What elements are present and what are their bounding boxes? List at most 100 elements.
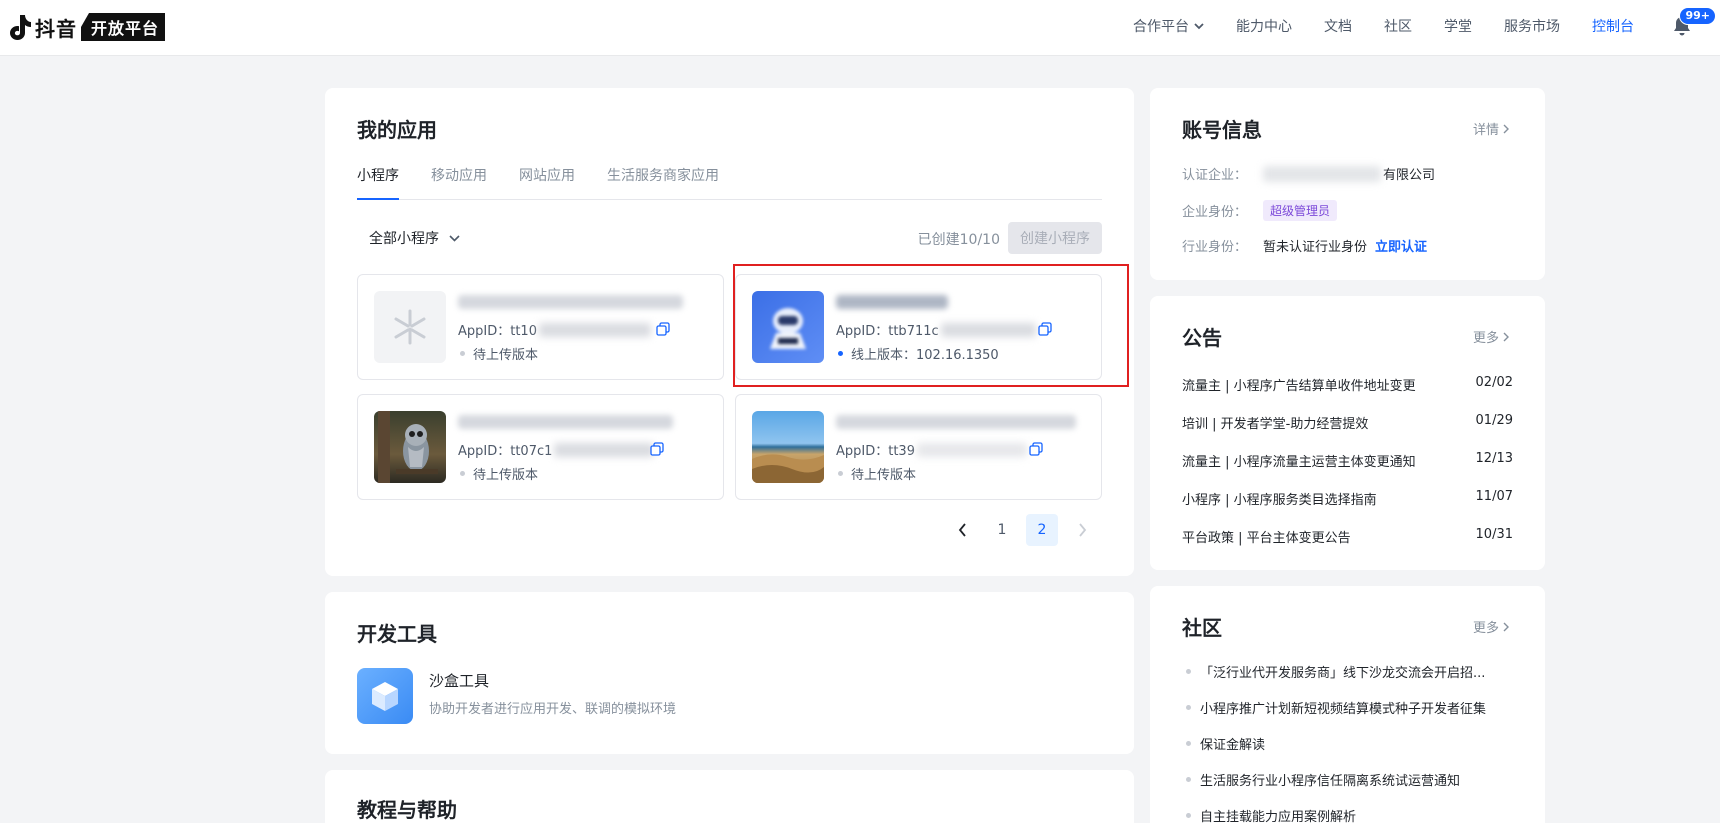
- notice-text: 培训 | 开发者学堂-助力经营提效: [1182, 417, 1369, 432]
- notice-text: 流量主 | 小程序广告结算单收件地址变更: [1182, 379, 1416, 394]
- sandbox-tool-name[interactable]: 沙盒工具: [429, 670, 489, 691]
- app-status: 待上传版本: [836, 464, 916, 483]
- industry-label: 行业身份：: [1182, 240, 1248, 255]
- app-name-redacted: [458, 295, 683, 309]
- more-label: 更多: [1472, 621, 1499, 636]
- chevron-right-icon: [1503, 332, 1509, 341]
- notice-item[interactable]: 流量主 | 小程序流量主运营主体变更通知 12/13: [1182, 451, 1513, 470]
- app-id-redacted: [916, 442, 1027, 457]
- next-page-button[interactable]: [1066, 514, 1098, 546]
- copy-icon[interactable]: [650, 442, 664, 456]
- notice-card: 公告 更多 流量主 | 小程序广告结算单收件地址变更 02/02 培训 | 开发…: [1150, 296, 1545, 570]
- notice-item[interactable]: 平台政策 | 平台主体变更公告 10/31: [1182, 527, 1513, 546]
- owl-photo-icon: [374, 411, 446, 483]
- copy-icon[interactable]: [1029, 442, 1043, 456]
- platform-logo[interactable]: 抖音 开放平台: [6, 12, 166, 42]
- community-item[interactable]: 生活服务行业小程序信任隔离系统试运营通知: [1186, 770, 1516, 789]
- chevron-right-icon: [1503, 124, 1509, 133]
- notice-date: 12/13: [1475, 451, 1513, 466]
- company-row: 认证企业： 有限公司: [1182, 164, 1435, 183]
- nav-console[interactable]: 控制台: [1592, 16, 1634, 36]
- notice-more-link[interactable]: 更多: [1473, 327, 1509, 346]
- chevron-right-icon: [1078, 523, 1086, 537]
- role-value: 超级管理员: [1263, 200, 1338, 221]
- tab-mini-program[interactable]: 小程序: [357, 164, 399, 200]
- community-text: 小程序推广计划新短视频结算模式种子开发者征集: [1200, 702, 1487, 717]
- app-card[interactable]: AppID：tt10 待上传版本: [357, 274, 724, 380]
- verify-now-link[interactable]: 立即认证: [1375, 236, 1427, 255]
- notice-item[interactable]: 小程序 | 小程序服务类目选择指南 11/07: [1182, 489, 1513, 508]
- community-text: 生活服务行业小程序信任隔离系统试运营通知: [1200, 774, 1461, 789]
- community-more-link[interactable]: 更多: [1473, 617, 1509, 636]
- chevron-down-icon: [1194, 22, 1204, 29]
- dev-tools-title: 开发工具: [357, 622, 437, 646]
- logo-badge: 开放平台: [81, 13, 166, 41]
- notice-title: 公告: [1182, 326, 1222, 350]
- role-row: 企业身份： 超级管理员: [1182, 200, 1338, 221]
- help-title: 教程与帮助: [357, 798, 457, 822]
- company-value: 有限公司: [1263, 164, 1435, 183]
- notice-item[interactable]: 流量主 | 小程序广告结算单收件地址变更 02/02: [1182, 375, 1513, 394]
- app-status: 待上传版本: [458, 344, 538, 363]
- app-status: 待上传版本: [458, 464, 538, 483]
- nav-community[interactable]: 社区: [1384, 16, 1412, 36]
- nav-docs[interactable]: 文档: [1324, 16, 1352, 36]
- bullet-dot: [1186, 705, 1191, 710]
- industry-value: 暂未认证行业身份: [1263, 240, 1368, 255]
- community-card: 社区 更多 「泛行业代开发服务商」线下沙龙交流会开启招... 小程序推广计划新短…: [1150, 586, 1545, 823]
- pagination: 1 2: [938, 514, 1098, 546]
- tab-local-service-app[interactable]: 生活服务商家应用: [607, 164, 719, 200]
- tab-website-app[interactable]: 网站应用: [519, 164, 575, 200]
- chevron-left-icon: [958, 523, 966, 537]
- bullet-dot: [1186, 777, 1191, 782]
- create-mini-program-button[interactable]: 创建小程序: [1008, 222, 1102, 254]
- my-apps-title: 我的应用: [357, 118, 437, 142]
- community-item[interactable]: 「泛行业代开发服务商」线下沙龙交流会开启招...: [1186, 662, 1516, 681]
- app-id-text: AppID：tt10: [458, 324, 537, 339]
- app-card[interactable]: AppID：tt07c1 待上传版本: [357, 394, 724, 500]
- community-item[interactable]: 小程序推广计划新短视频结算模式种子开发者征集: [1186, 698, 1516, 717]
- account-detail-link[interactable]: 详情: [1473, 119, 1509, 138]
- nav-cooperation[interactable]: 合作平台: [1133, 16, 1204, 36]
- sandbox-tool-description: 协助开发者进行应用开发、联调的模拟环境: [429, 702, 677, 717]
- app-id: AppID：tt07c1: [458, 440, 655, 459]
- dev-tools-card: 开发工具 沙盒工具 协助开发者进行应用开发、联调的模拟环境: [325, 592, 1134, 754]
- bullet-dot: [1186, 813, 1191, 818]
- nav-service-market[interactable]: 服务市场: [1504, 16, 1560, 36]
- tab-mobile-app[interactable]: 移动应用: [431, 164, 487, 200]
- community-item[interactable]: 保证金解读: [1186, 734, 1516, 753]
- highlight-annotation-box: [733, 264, 1129, 387]
- beach-photo-icon: [752, 411, 824, 483]
- chevron-right-icon: [1503, 622, 1509, 631]
- notice-date: 01/29: [1475, 413, 1513, 428]
- sandbox-cube-icon[interactable]: [357, 668, 413, 724]
- app-id-text: AppID：tt39: [836, 444, 915, 459]
- status-dot: [838, 471, 843, 476]
- community-text: 保证金解读: [1200, 738, 1266, 753]
- app-card[interactable]: AppID：tt39 待上传版本: [735, 394, 1102, 500]
- nav-academy[interactable]: 学堂: [1444, 16, 1472, 36]
- notice-date: 10/31: [1475, 527, 1513, 542]
- role-badge: 超级管理员: [1263, 200, 1338, 221]
- chevron-down-icon: [449, 234, 460, 242]
- notice-date: 02/02: [1475, 375, 1513, 390]
- nav-capability-center[interactable]: 能力中心: [1236, 16, 1292, 36]
- notice-item[interactable]: 培训 | 开发者学堂-助力经营提效 01/29: [1182, 413, 1513, 432]
- app-id-redacted: [554, 442, 655, 457]
- account-title: 账号信息: [1182, 118, 1262, 142]
- mini-program-filter-dropdown[interactable]: 全部小程序: [369, 228, 460, 248]
- bullet-dot: [1186, 669, 1191, 674]
- community-item[interactable]: 自主挂载能力应用案例解析: [1186, 806, 1516, 823]
- created-count: 已创建10/10: [917, 232, 1000, 248]
- community-title: 社区: [1182, 616, 1222, 640]
- copy-icon[interactable]: [656, 322, 670, 336]
- prev-page-button[interactable]: [946, 514, 978, 546]
- community-text: 自主挂载能力应用案例解析: [1200, 810, 1357, 823]
- page-2-button[interactable]: 2: [1026, 514, 1058, 546]
- notice-text: 小程序 | 小程序服务类目选择指南: [1182, 493, 1377, 508]
- page-1-button[interactable]: 1: [986, 514, 1018, 546]
- detail-label: 详情: [1472, 123, 1499, 138]
- industry-row: 行业身份： 暂未认证行业身份 立即认证: [1182, 236, 1427, 255]
- company-name-redacted: [1263, 165, 1382, 182]
- app-name-redacted: [458, 415, 673, 429]
